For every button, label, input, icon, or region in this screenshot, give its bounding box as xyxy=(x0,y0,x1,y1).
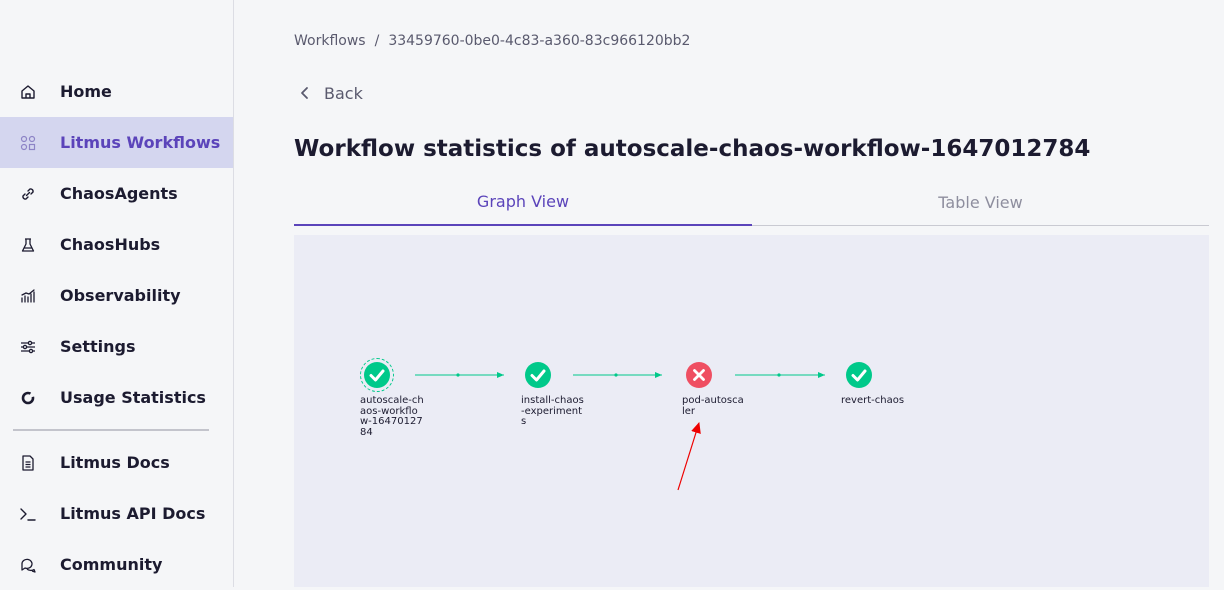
ring-icon xyxy=(18,388,38,408)
error-circle-icon xyxy=(686,362,712,388)
link-icon xyxy=(18,184,38,204)
breadcrumb-separator: / xyxy=(374,33,380,49)
chart-icon xyxy=(18,286,38,306)
breadcrumb-current: 33459760-0be0-4c83-a360-83c966120bb2 xyxy=(388,33,691,49)
sidebar-item-label: Litmus Workflows xyxy=(60,133,221,152)
workflow-graph: autoscale-chaos-workflow-1647012784 inst… xyxy=(294,235,1209,587)
tab-table-view[interactable]: Table View xyxy=(752,178,1209,226)
main-content: Workflows / 33459760-0be0-4c83-a360-83c966… xyxy=(234,0,1224,587)
sidebar-divider xyxy=(13,429,209,431)
terminal-icon xyxy=(18,504,38,524)
node-pod-autoscaler[interactable] xyxy=(685,361,713,389)
node-label: install-chaos-experiments xyxy=(521,395,584,427)
home-icon xyxy=(18,82,38,102)
view-tabs: Graph View Table View xyxy=(294,178,1209,226)
sidebar-item-litmus-workflows[interactable]: Litmus Workflows xyxy=(0,117,233,168)
sidebar-item-home[interactable]: Home xyxy=(0,66,233,117)
sidebar-item-label: Observability xyxy=(60,286,181,305)
sidebar-item-label: Community xyxy=(60,555,163,574)
breadcrumb-workflows-link[interactable]: Workflows xyxy=(294,33,366,49)
back-label: Back xyxy=(324,83,363,103)
check-circle-icon xyxy=(846,362,872,388)
check-circle-icon xyxy=(364,362,390,388)
sidebar-item-settings[interactable]: Settings xyxy=(0,321,233,372)
sidebar-item-chaosagents[interactable]: ChaosAgents xyxy=(0,168,233,219)
sidebar-item-label: Home xyxy=(60,82,112,101)
annotation-arrow xyxy=(677,422,701,491)
sidebar: Home Litmus Workflows ChaosAgents ChaosH… xyxy=(0,0,234,587)
sidebar-item-label: Settings xyxy=(60,337,136,356)
sidebar-item-community[interactable]: Community xyxy=(0,539,233,590)
back-button[interactable]: Back xyxy=(298,82,363,104)
sidebar-item-label: ChaosAgents xyxy=(60,184,178,203)
sidebar-item-litmus-api-docs[interactable]: Litmus API Docs xyxy=(0,488,233,539)
check-circle-icon xyxy=(525,362,551,388)
breadcrumb: Workflows / 33459760-0be0-4c83-a360-83c966… xyxy=(294,33,690,49)
chevron-left-icon xyxy=(301,87,308,99)
page-title: Workflow statistics of autoscale-chaos-w… xyxy=(294,136,1091,162)
sidebar-item-label: Litmus API Docs xyxy=(60,504,206,523)
document-icon xyxy=(18,453,38,473)
chat-icon xyxy=(18,555,38,575)
node-revert-chaos[interactable] xyxy=(845,361,873,389)
sidebar-item-observability[interactable]: Observability xyxy=(0,270,233,321)
node-label: pod-autoscaler xyxy=(682,395,744,417)
sidebar-item-label: Usage Statistics xyxy=(60,388,206,407)
sliders-icon xyxy=(18,337,38,357)
sidebar-item-label: Litmus Docs xyxy=(60,453,170,472)
sidebar-item-chaoshubs[interactable]: ChaosHubs xyxy=(0,219,233,270)
node-autoscale-chaos-workflow[interactable] xyxy=(363,361,391,389)
workflows-icon xyxy=(18,133,38,153)
graph-edges xyxy=(415,372,825,491)
sidebar-item-litmus-docs[interactable]: Litmus Docs xyxy=(0,437,233,488)
node-label: autoscale-chaos-workflow-1647012784 xyxy=(360,395,424,438)
node-install-chaos-experiments[interactable] xyxy=(524,361,552,389)
flask-icon xyxy=(18,235,38,255)
node-label: revert-chaos xyxy=(841,395,905,406)
tab-graph-view[interactable]: Graph View xyxy=(294,178,752,226)
sidebar-item-label: ChaosHubs xyxy=(60,235,161,254)
sidebar-item-usage-statistics[interactable]: Usage Statistics xyxy=(0,372,233,423)
